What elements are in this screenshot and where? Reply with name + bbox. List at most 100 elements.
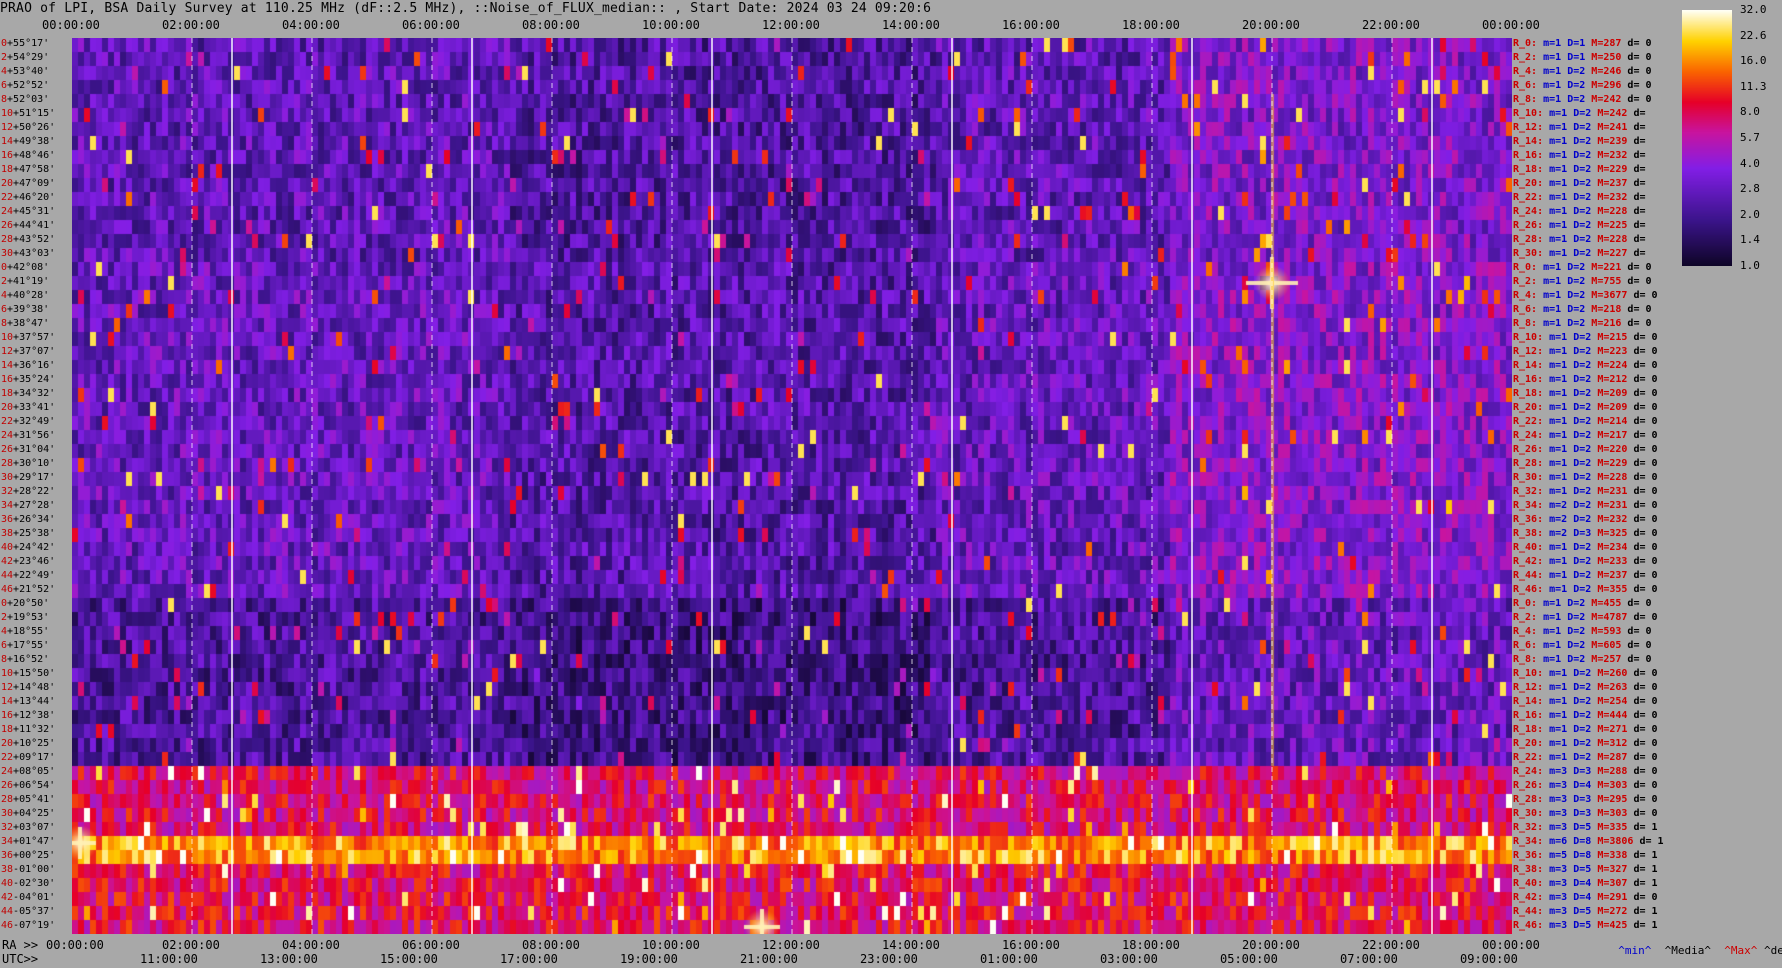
declination-label: 2+54°29' xyxy=(1,52,49,64)
declination-label: 0+55°17' xyxy=(1,38,49,50)
row-stat-field: D=3 xyxy=(1573,766,1598,777)
row-stat-field: R_10: xyxy=(1513,332,1550,343)
row-stat-field: m=3 xyxy=(1549,892,1574,903)
row-stat-field: D=2 xyxy=(1573,178,1598,189)
row-stat-field: R_4: xyxy=(1513,66,1544,77)
row-stat-field: D=2 xyxy=(1573,108,1598,119)
row-stat-field: D=2 xyxy=(1573,402,1598,413)
row-stat-field: D=2 xyxy=(1567,612,1592,623)
row-stat-field: M=218 xyxy=(1591,304,1628,315)
row-stat-field: d= 0 xyxy=(1627,94,1652,105)
row-stat-field: d= xyxy=(1633,234,1646,245)
ra-tick-label: 00:00:00 xyxy=(1482,938,1540,952)
row-stat-field: R_0: xyxy=(1513,38,1544,49)
row-stat-field: M=325 xyxy=(1597,528,1634,539)
row-index: 30 xyxy=(1,472,14,483)
utc-tick-label: 01:00:00 xyxy=(980,952,1038,966)
row-stat-field: M=225 xyxy=(1597,220,1634,231)
legend-devia: ^devia^ xyxy=(1763,944,1782,957)
top-time-label: 12:00:00 xyxy=(762,18,820,32)
declination-value: +42°08' xyxy=(7,262,50,273)
declination-value: +43°52' xyxy=(13,234,56,245)
row-stat-field: m=1 xyxy=(1543,640,1568,651)
declination-label: 40+24°42' xyxy=(1,542,55,554)
declination-value: +25°38' xyxy=(13,528,56,539)
row-stat-field: m=3 xyxy=(1549,864,1574,875)
declination-label: 30+04°25' xyxy=(1,808,55,820)
row-stat-field: d= 1 xyxy=(1633,906,1658,917)
row-stat: R_20: m=1 D=2 M=312 d= 0 xyxy=(1513,738,1658,750)
row-stat-field: M=232 xyxy=(1597,192,1634,203)
row-stat-field: D=2 xyxy=(1567,304,1592,315)
declination-label: 20+33°41' xyxy=(1,402,55,414)
declination-value: +40°28' xyxy=(7,290,50,301)
row-index: 18 xyxy=(1,724,14,735)
row-stat-field: R_8: xyxy=(1513,94,1544,105)
row-index: 22 xyxy=(1,192,14,203)
row-stat-field: m=1 xyxy=(1549,570,1574,581)
row-stat: R_16: m=1 D=2 M=444 d= 0 xyxy=(1513,710,1658,722)
row-stat-field: D=2 xyxy=(1567,290,1592,301)
row-stat-field: R_6: xyxy=(1513,80,1544,91)
declination-value: +33°41' xyxy=(13,402,56,413)
row-stat-field: D=2 xyxy=(1573,206,1598,217)
row-stat-field: R_10: xyxy=(1513,108,1550,119)
top-time-label: 14:00:00 xyxy=(882,18,940,32)
declination-label: 42+23°46' xyxy=(1,556,55,568)
row-stat-field: M=232 xyxy=(1597,514,1634,525)
row-stat-field: m=1 xyxy=(1549,374,1574,385)
declination-value: +39°38' xyxy=(7,304,50,315)
declination-label: 38+25°38' xyxy=(1,528,55,540)
declination-label: 36+26°34' xyxy=(1,514,55,526)
heatmap-plot-area[interactable] xyxy=(72,38,1512,934)
declination-label: 24+45°31' xyxy=(1,206,55,218)
row-stat-field: M=312 xyxy=(1597,738,1634,749)
row-stat-field: m=1 xyxy=(1549,346,1574,357)
row-stat-field: M=228 xyxy=(1597,472,1634,483)
row-stat-field: M=242 xyxy=(1591,94,1628,105)
row-stat: R_24: m=3 D=3 M=288 d= 0 xyxy=(1513,766,1658,778)
row-index: 40 xyxy=(1,542,14,553)
row-stat-field: R_18: xyxy=(1513,164,1550,175)
row-stat-field: m=2 xyxy=(1549,514,1574,525)
declination-label: 18+47°58' xyxy=(1,164,55,176)
row-stat-field: m=1 xyxy=(1549,402,1574,413)
row-stat: R_42: m=1 D=2 M=233 d= 0 xyxy=(1513,556,1658,568)
declination-label: 4+18°55' xyxy=(1,626,49,638)
declination-value: +12°38' xyxy=(13,710,56,721)
declination-label: 4+53°40' xyxy=(1,66,49,78)
colorbar-tick: 22.6 xyxy=(1740,28,1767,42)
row-stat-field: d= xyxy=(1633,122,1646,133)
row-stat-field: d= 0 xyxy=(1633,444,1658,455)
row-stat-field: d= 0 xyxy=(1633,416,1658,427)
row-stat: R_6: m=1 D=2 M=605 d= 0 xyxy=(1513,640,1652,652)
row-stat: R_2: m=1 D=2 M=755 d= 0 xyxy=(1513,276,1652,288)
declination-value: +30°10' xyxy=(13,458,56,469)
row-stat: R_22: m=1 D=2 M=287 d= 0 xyxy=(1513,752,1658,764)
ra-tick-label: 12:00:00 xyxy=(762,938,820,952)
row-stat-field: d= 0 xyxy=(1627,80,1652,91)
row-stat-field: D=4 xyxy=(1573,878,1598,889)
row-stat: R_8: m=1 D=2 M=216 d= 0 xyxy=(1513,318,1652,330)
row-stat-field: m=1 xyxy=(1549,682,1574,693)
declination-label: 12+14°48' xyxy=(1,682,55,694)
colorbar-tick: 4.0 xyxy=(1740,156,1760,170)
row-stat-field: D=8 xyxy=(1573,836,1598,847)
row-stat-field: R_44: xyxy=(1513,570,1550,581)
utc-tick-label: 05:00:00 xyxy=(1220,952,1278,966)
top-time-label: 06:00:00 xyxy=(402,18,460,32)
declination-value: +35°24' xyxy=(13,374,56,385)
row-stat-field: d= 0 xyxy=(1633,360,1658,371)
utc-tick-label: 11:00:00 xyxy=(140,952,198,966)
row-stat: R_6: m=1 D=2 M=218 d= 0 xyxy=(1513,304,1652,316)
row-stat-field: m=1 xyxy=(1549,360,1574,371)
declination-value: +47°58' xyxy=(13,164,56,175)
row-stat-field: m=1 xyxy=(1549,584,1574,595)
declination-label: 28+30°10' xyxy=(1,458,55,470)
chart-title: PRAO of LPI, BSA Daily Survey at 110.25 … xyxy=(0,1,932,16)
declination-label: 44+22°49' xyxy=(1,570,55,582)
top-time-label: 20:00:00 xyxy=(1242,18,1300,32)
row-stat: R_18: m=1 D=2 M=271 d= 0 xyxy=(1513,724,1658,736)
row-index: 42 xyxy=(1,892,14,903)
row-stat-field: d= 0 xyxy=(1633,710,1658,721)
